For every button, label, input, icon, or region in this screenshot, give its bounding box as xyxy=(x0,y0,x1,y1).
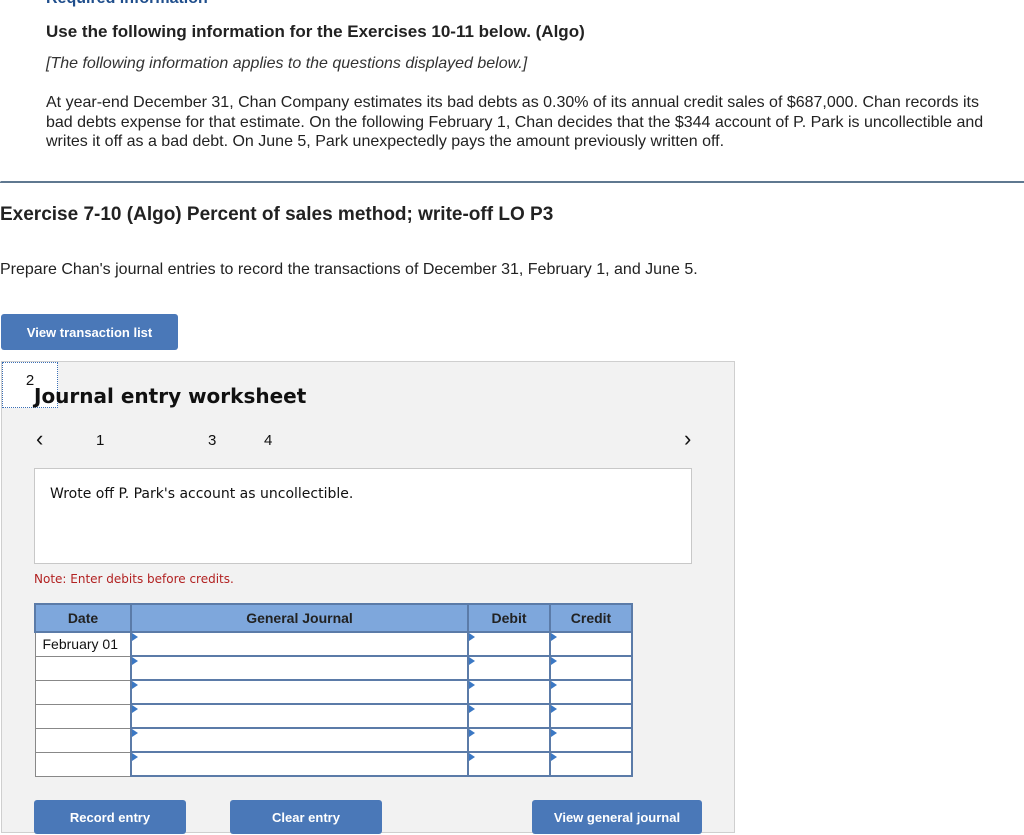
date-cell xyxy=(34,751,132,777)
input-marker-icon xyxy=(551,753,557,761)
dropdown-marker-icon xyxy=(132,705,138,713)
dropdown-marker-icon xyxy=(132,753,138,761)
debit-input[interactable] xyxy=(467,727,551,753)
chevron-right-icon[interactable]: › xyxy=(684,426,691,452)
input-marker-icon xyxy=(551,657,557,665)
input-marker-icon xyxy=(469,681,475,689)
exercise-title: Exercise 7-10 (Algo) Percent of sales me… xyxy=(0,204,554,225)
dropdown-marker-icon xyxy=(132,729,138,737)
table-row xyxy=(34,727,633,753)
input-marker-icon xyxy=(469,657,475,665)
view-transaction-list-button[interactable]: View transaction list xyxy=(1,314,178,350)
view-general-journal-button[interactable]: View general journal xyxy=(532,800,702,834)
account-input[interactable] xyxy=(130,703,469,729)
credit-input[interactable] xyxy=(549,655,633,681)
debit-input[interactable] xyxy=(467,703,551,729)
date-cell xyxy=(34,727,132,753)
credit-input[interactable] xyxy=(549,631,633,657)
section-divider xyxy=(0,181,1024,183)
dropdown-marker-icon xyxy=(132,657,138,665)
date-cell xyxy=(34,703,132,729)
account-input[interactable] xyxy=(130,679,469,705)
input-marker-icon xyxy=(551,729,557,737)
credit-input[interactable] xyxy=(549,727,633,753)
header-debit: Debit xyxy=(467,603,551,633)
date-cell xyxy=(34,679,132,705)
record-entry-button[interactable]: Record entry xyxy=(34,800,186,834)
input-marker-icon xyxy=(469,633,475,641)
table-row xyxy=(34,655,633,681)
input-marker-icon xyxy=(469,729,475,737)
account-input[interactable] xyxy=(130,631,469,657)
input-marker-icon xyxy=(551,633,557,641)
table-row xyxy=(34,679,633,705)
header-credit: Credit xyxy=(549,603,633,633)
dropdown-marker-icon xyxy=(132,681,138,689)
header-date: Date xyxy=(34,603,132,633)
table-row xyxy=(34,703,633,729)
debit-input[interactable] xyxy=(467,679,551,705)
page-tab-1[interactable]: 1 xyxy=(96,432,104,449)
page-tab-3[interactable]: 3 xyxy=(208,432,216,449)
credit-input[interactable] xyxy=(549,679,633,705)
table-row xyxy=(34,751,633,777)
journal-table: Date General Journal Debit Credit Februa… xyxy=(34,603,633,777)
date-cell xyxy=(34,655,132,681)
account-input[interactable] xyxy=(130,655,469,681)
input-marker-icon xyxy=(469,753,475,761)
table-row: February 01 xyxy=(34,631,633,657)
debits-note: Note: Enter debits before credits. xyxy=(34,572,234,586)
header-general-journal: General Journal xyxy=(130,603,469,633)
required-information-heading: Required information xyxy=(46,0,208,8)
problem-description: At year-end December 31, Chan Company es… xyxy=(46,94,984,150)
input-marker-icon xyxy=(551,681,557,689)
credit-input[interactable] xyxy=(549,703,633,729)
transaction-description: Wrote off P. Park's account as uncollect… xyxy=(50,486,354,502)
transaction-description-box: Wrote off P. Park's account as uncollect… xyxy=(34,468,692,564)
applies-note: [The following information applies to th… xyxy=(46,55,528,72)
input-marker-icon xyxy=(469,705,475,713)
account-input[interactable] xyxy=(130,751,469,777)
input-marker-icon xyxy=(551,705,557,713)
debit-input[interactable] xyxy=(467,751,551,777)
exercise-prompt: Prepare Chan's journal entries to record… xyxy=(0,261,698,278)
worksheet-title: Journal entry worksheet xyxy=(34,384,307,408)
debit-input[interactable] xyxy=(467,631,551,657)
clear-entry-button[interactable]: Clear entry xyxy=(230,800,382,834)
debit-input[interactable] xyxy=(467,655,551,681)
date-cell: February 01 xyxy=(34,631,132,657)
use-information-title: Use the following information for the Ex… xyxy=(46,22,585,41)
journal-entry-worksheet: Journal entry worksheet ‹ 1 2 3 4 › Wrot… xyxy=(1,361,735,834)
credit-input[interactable] xyxy=(549,751,633,777)
chevron-left-icon[interactable]: ‹ xyxy=(36,426,43,452)
account-input[interactable] xyxy=(130,727,469,753)
page-tab-4[interactable]: 4 xyxy=(264,432,272,449)
dropdown-marker-icon xyxy=(132,633,138,641)
